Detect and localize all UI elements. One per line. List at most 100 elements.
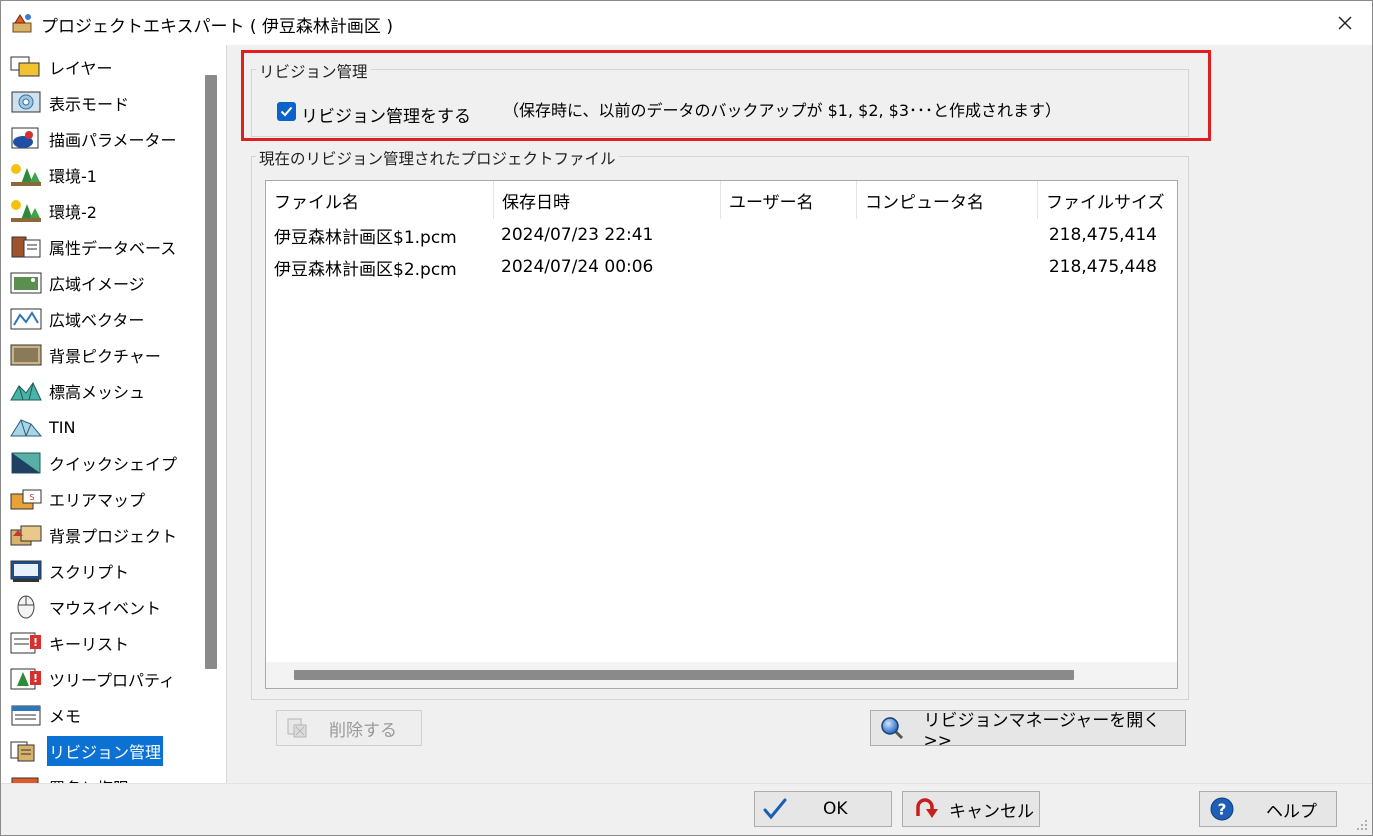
sidebar-item[interactable]: 広域ベクター [1,301,201,337]
column-header-user[interactable]: ユーザー名 [721,181,857,219]
cell-filename: 伊豆森林計画区$1.pcm [274,227,457,248]
open-manager-label: リビジョンマネージャーを開く >> [923,710,1161,751]
close-icon [1338,16,1352,30]
ok-label: OK [823,799,848,819]
delete-icon [277,716,317,740]
sidebar-item[interactable]: クイックシェイプ [1,445,201,481]
sidebar-item[interactable]: 標高メッシュ [1,373,201,409]
sidebar-item[interactable]: 属性データベース [1,229,201,265]
sidebar-item-label: 描画パラメーター [49,131,177,150]
sidebar-item-label: メモ [49,707,82,726]
sidebar-item-label: 署名と権限 [47,772,131,783]
table-row[interactable]: 伊豆森林計画区$1.pcm 2024/07/23 22:41 218,475,414 [266,219,1177,251]
delete-button[interactable]: 削除する [276,710,422,746]
sidebar-item[interactable]: リビジョン管理 [1,733,201,769]
sidebar-item[interactable]: 背景ピクチャー [1,337,201,373]
sidebar-item-label: レイヤー [49,59,113,78]
elevation-mesh-icon [9,377,47,405]
cancel-button[interactable]: キャンセル [902,791,1040,827]
wide-vector-icon [9,305,47,333]
cell-date: 2024/07/24 00:06 [501,257,654,277]
paint-palette-icon [9,125,47,153]
sidebar-item[interactable]: マウスイベント [1,589,201,625]
revision-checkbox[interactable] [277,102,296,121]
revision-note: （保存時に、以前のデータのバックアップが $1, $2, $3･･･と作成されま… [503,101,1062,120]
sidebar-item-label: スクリプト [49,563,130,582]
sidebar-item[interactable]: 背景プロジェクト [1,517,201,553]
memo-icon [9,701,47,729]
environment-icon [9,197,47,225]
database-book-icon [9,233,47,261]
help-label: ヘルプ [1266,801,1317,822]
help-icon: ? [1200,796,1244,822]
sidebar-item[interactable]: 広域イメージ [1,265,201,301]
window-title: プロジェクトエキスパート ( 伊豆森林計画区 ) [41,17,393,37]
cell-size: 218,475,414 [1048,225,1157,245]
cell-filename: 伊豆森林計画区$2.pcm [274,259,457,280]
open-revision-manager-button[interactable]: リビジョンマネージャーを開く >> [870,710,1186,751]
app-icon [11,11,35,35]
category-list: レイヤー表示モード描画パラメーター環境-1 環境-2 属性データベース広域イメージ広… [1,49,201,783]
highlight-box [241,50,1211,141]
files-group-title: 現在のリビジョン管理されたプロジェクトファイル [256,147,619,169]
sidebar-item[interactable]: 描画パラメーター [1,121,201,157]
close-button[interactable] [1330,9,1360,37]
environment-icon [9,161,47,189]
sidebar-item-label: 広域ベクター [49,311,145,330]
column-header-computer[interactable]: コンピュータ名 [857,181,1038,219]
project-expert-dialog: プロジェクトエキスパート ( 伊豆森林計画区 ) レイヤー表示モード描画パラメー… [0,0,1373,836]
sidebar-item-label: エリアマップ [49,491,146,510]
area-map-icon: S [9,485,47,513]
sidebar-item-label: 背景プロジェクト [49,527,178,546]
sidebar-item[interactable]: ! キーリスト [1,625,201,661]
resize-grip-icon[interactable] [1356,819,1368,831]
table-row[interactable]: 伊豆森林計画区$2.pcm 2024/07/24 00:06 218,475,448 [266,251,1177,283]
scrollbar-thumb[interactable] [294,670,1074,680]
sidebar-item[interactable]: ! ツリープロパティ [1,661,201,697]
display-mode-icon [9,89,47,117]
list-header: ファイル名 保存日時 ユーザー名 コンピュータ名 ファイルサイズ [266,181,1177,219]
sidebar-item-label: 標高メッシュ [49,383,146,402]
sidebar-item[interactable]: TIN [1,409,201,445]
help-button[interactable]: ? ヘルプ [1199,791,1337,827]
sidebar-item[interactable]: 環境-1 [1,157,201,193]
tree-property-icon: ! [9,665,47,693]
cell-date: 2024/07/23 22:41 [501,225,654,245]
ok-button[interactable]: OK [754,791,892,827]
sidebar-item-label: 表示モード [49,95,130,114]
sidebar-item-label: 広域イメージ [49,275,145,294]
sidebar-item-label: リビジョン管理 [47,736,164,766]
script-icon [9,557,47,585]
column-header-date[interactable]: 保存日時 [494,181,721,219]
title-bar: プロジェクトエキスパート ( 伊豆森林計画区 ) [1,1,1372,45]
column-header-filename[interactable]: ファイル名 [266,181,494,219]
revision-file-list[interactable]: ファイル名 保存日時 ユーザー名 コンピュータ名 ファイルサイズ 伊豆森林計画区… [265,180,1178,689]
checkmark-icon [280,106,293,117]
revision-icon [9,737,47,765]
sidebar-item-label: ツリープロパティ [49,671,176,690]
sidebar-item[interactable]: レイヤー [1,49,201,85]
checkmark-icon [755,797,795,821]
svg-text:?: ? [1218,801,1227,819]
cell-size: 218,475,448 [1048,257,1157,277]
sidebar-item-label: キーリスト [49,635,130,654]
wide-image-icon [9,269,47,297]
cancel-label: キャンセル [949,801,1034,822]
sidebar-item[interactable]: 表示モード [1,85,201,121]
sidebar-item[interactable]: S エリアマップ [1,481,201,517]
sidebar-item[interactable]: スクリプト [1,553,201,589]
tin-icon [9,413,47,441]
sidebar-item[interactable]: 環境-2 [1,193,201,229]
sidebar-item[interactable]: 署名と権限 [1,769,201,783]
revision-checkbox-label[interactable]: リビジョン管理をする [301,102,471,127]
sidebar-item-label: マウスイベント [49,599,162,618]
signature-icon [9,773,47,783]
quick-shape-icon [9,449,47,477]
column-header-size[interactable]: ファイルサイズ [1038,181,1177,219]
list-horizontal-scrollbar[interactable] [266,662,1177,688]
key-list-icon: ! [9,629,47,657]
delete-button-label: 削除する [329,720,397,741]
undo-arrow-icon [903,796,947,822]
sidebar-item[interactable]: メモ [1,697,201,733]
sidebar-scrollbar[interactable] [205,75,217,669]
